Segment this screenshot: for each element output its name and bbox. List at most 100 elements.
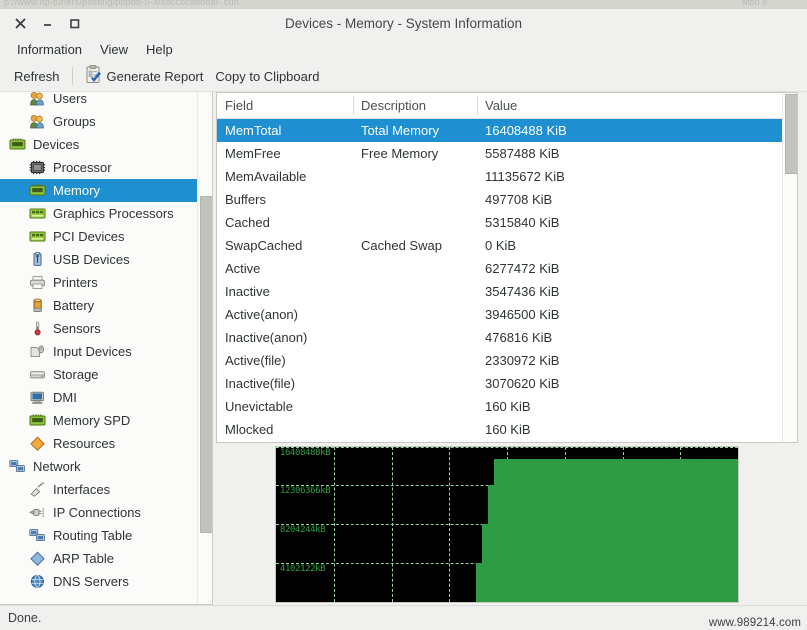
pci-icon [28, 229, 46, 245]
sidebar-item-arp-table[interactable]: ARP Table [0, 547, 198, 570]
table-row[interactable]: Cached5315840 KiB [217, 211, 782, 234]
sidebar-item-input-devices[interactable]: Input Devices [0, 340, 198, 363]
cell-field: Inactive [217, 284, 353, 299]
sidebar-item-processor[interactable]: Processor [0, 156, 198, 179]
menu-information[interactable]: Information [8, 40, 91, 59]
sidebar-item-label: DNS Servers [53, 574, 129, 589]
table-row[interactable]: Active6277472 KiB [217, 257, 782, 280]
sidebar-item-sensors[interactable]: Sensors [0, 317, 198, 340]
cell-field: Mlocked [217, 422, 353, 437]
menu-help[interactable]: Help [137, 40, 182, 59]
minimize-icon[interactable] [40, 16, 54, 30]
table-row[interactable]: Active(file) 2330972 KiB [217, 349, 782, 372]
table-row[interactable]: Active(anon) 3946500 KiB [217, 303, 782, 326]
table-row[interactable]: Inactive3547436 KiB [217, 280, 782, 303]
cell-field: Inactive(anon) [217, 330, 353, 345]
sidebar-item-label: Printers [53, 275, 98, 290]
column-header-value[interactable]: Value [477, 93, 782, 118]
refresh-label: Refresh [14, 69, 60, 84]
table-scrollbar-thumb[interactable] [785, 94, 798, 174]
cell-field: Active(anon) [217, 307, 353, 322]
window-title: Devices - Memory - System Information [0, 16, 807, 31]
sidebar-item-memory[interactable]: Memory [0, 179, 198, 202]
memory-icon [28, 183, 46, 199]
sidebar-item-pci-devices[interactable]: PCI Devices [0, 225, 198, 248]
cell-field: Inactive(file) [217, 376, 353, 391]
cable-icon [28, 482, 46, 498]
sidebar-item-users[interactable]: Users [0, 92, 198, 110]
sidebar-item-groups[interactable]: Groups [0, 110, 198, 133]
clipboard-check-icon [85, 65, 102, 87]
table-row[interactable]: Unevictable 160 KiB [217, 395, 782, 418]
usb-icon [28, 252, 46, 268]
cell-value: 3946500 KiB [477, 307, 782, 322]
sidebar-item-label: Graphics Processors [53, 206, 174, 221]
sidebar-item-usb-devices[interactable]: USB Devices [0, 248, 198, 271]
table-inner: Field Description Value MemTotalTotal Me… [217, 93, 782, 442]
table-row[interactable]: MemFreeFree Memory5587488 KiB [217, 142, 782, 165]
cell-field: Active(file) [217, 353, 353, 368]
cell-field: MemFree [217, 146, 353, 161]
cell-field: Unevictable [217, 399, 353, 414]
table-row[interactable]: MemTotalTotal Memory16408488 KiB [217, 119, 782, 142]
table-row[interactable]: SwapCachedCached Swap0 KiB [217, 234, 782, 257]
table-row[interactable]: Inactive(anon)476816 KiB [217, 326, 782, 349]
memory-usage-chart[interactable]: 16408488kB12306366kB8204244kB4102122kB [275, 446, 739, 603]
sidebar-item-interfaces[interactable]: Interfaces [0, 478, 198, 501]
sidebar-item-network[interactable]: Network [0, 455, 198, 478]
cell-value: 2330972 KiB [477, 353, 782, 368]
sidebar-scrollbar[interactable] [197, 92, 212, 604]
chart-area: 16408488kB12306366kB8204244kB4102122kB [216, 443, 798, 605]
sidebar-item-label: Groups [53, 114, 96, 129]
column-header-field[interactable]: Field [217, 93, 353, 118]
sidebar-item-ip-connections[interactable]: IP Connections [0, 501, 198, 524]
chart-plot: 16408488kB12306366kB8204244kB4102122kB [276, 447, 738, 602]
monitor-icon [28, 390, 46, 406]
chart-ytick-label: 12306366kB [280, 486, 330, 496]
toolbar-separator [72, 67, 73, 85]
sidebar-item-dns-servers[interactable]: DNS Servers [0, 570, 198, 593]
sidebar-scrollbar-thumb[interactable] [200, 196, 213, 533]
cell-field: Buffers [217, 192, 353, 207]
status-message: Done. [8, 611, 41, 625]
table-row[interactable]: Buffers497708 KiB [217, 188, 782, 211]
desktop-background-strip: p://www.hp-tuners/posting/phpbb-0-4/socc… [0, 0, 807, 8]
printer-icon [28, 275, 46, 291]
table-scrollbar[interactable] [782, 93, 797, 442]
generate-report-label: Generate Report [107, 69, 204, 84]
refresh-button[interactable]: Refresh [8, 67, 66, 86]
table-row[interactable]: Mlocked160 KiB [217, 418, 782, 441]
memory-info-table: Field Description Value MemTotalTotal Me… [216, 92, 798, 443]
watermark-text: www.989214.com [709, 617, 801, 629]
chart-ytick-label: 8204244kB [280, 525, 325, 535]
sidebar-item-storage[interactable]: Storage [0, 363, 198, 386]
cpu-icon [28, 160, 46, 176]
sidebar-item-resources[interactable]: Resources [0, 432, 198, 455]
sidebar-item-label: Users [53, 92, 87, 106]
harddisk-icon [28, 367, 46, 383]
cell-value: 16408488 KiB [477, 123, 782, 138]
menu-view[interactable]: View [91, 40, 137, 59]
table-row[interactable]: Inactive(file)3070620 KiB [217, 372, 782, 395]
sidebar-item-label: Resources [53, 436, 115, 451]
cell-field: Cached [217, 215, 353, 230]
sidebar-item-dmi[interactable]: DMI [0, 386, 198, 409]
sidebar-item-label: Devices [33, 137, 79, 152]
sidebar-item-label: Battery [53, 298, 94, 313]
chart-series-segment [494, 459, 738, 602]
sidebar-item-graphics-processors[interactable]: Graphics Processors [0, 202, 198, 225]
table-row[interactable]: MemAvailable11135672 KiB [217, 165, 782, 188]
sidebar-item-routing-table[interactable]: Routing Table [0, 524, 198, 547]
copy-to-clipboard-button[interactable]: Copy to Clipboard [209, 67, 325, 86]
column-header-description[interactable]: Description [353, 93, 477, 118]
sidebar-item-memory-spd[interactable]: Memory SPD [0, 409, 198, 432]
close-icon[interactable] [13, 16, 27, 30]
network-icon [8, 459, 26, 475]
sidebar-item-devices[interactable]: Devices [0, 133, 198, 156]
sidebar-item-label: ARP Table [53, 551, 114, 566]
sidebar-item-printers[interactable]: Printers [0, 271, 198, 294]
maximize-icon[interactable] [67, 16, 81, 30]
cell-value: 160 KiB [477, 399, 782, 414]
generate-report-button[interactable]: Generate Report [79, 63, 210, 89]
sidebar-item-battery[interactable]: Battery [0, 294, 198, 317]
